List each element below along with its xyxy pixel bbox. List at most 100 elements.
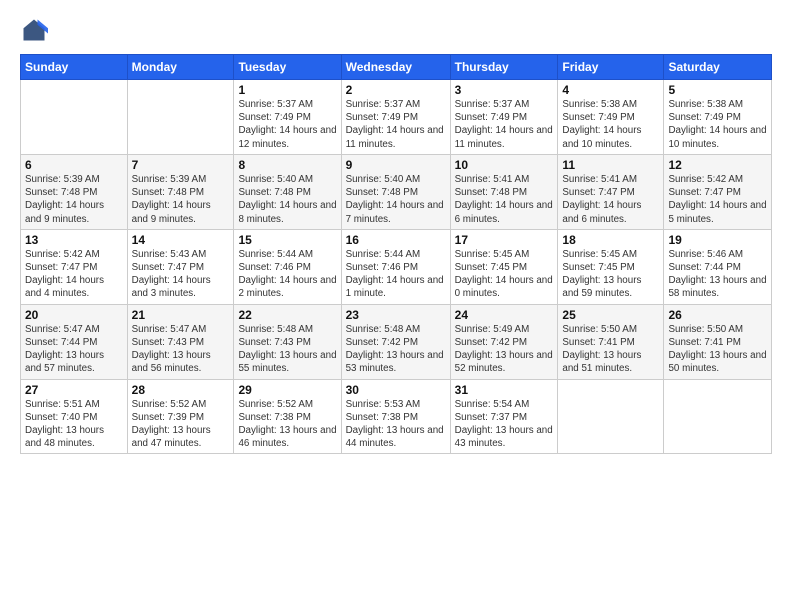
day-number: 4 <box>562 83 659 97</box>
calendar-week-row: 6Sunrise: 5:39 AM Sunset: 7:48 PM Daylig… <box>21 154 772 229</box>
logo-icon <box>20 16 48 44</box>
day-number: 26 <box>668 308 767 322</box>
day-info: Sunrise: 5:48 AM Sunset: 7:42 PM Dayligh… <box>346 323 446 376</box>
calendar-week-row: 1Sunrise: 5:37 AM Sunset: 7:49 PM Daylig… <box>21 80 772 155</box>
day-info: Sunrise: 5:47 AM Sunset: 7:43 PM Dayligh… <box>132 323 230 376</box>
calendar-cell <box>558 379 664 454</box>
day-info: Sunrise: 5:47 AM Sunset: 7:44 PM Dayligh… <box>25 323 123 376</box>
logo <box>20 16 52 44</box>
day-info: Sunrise: 5:54 AM Sunset: 7:37 PM Dayligh… <box>455 398 554 451</box>
calendar-cell: 26Sunrise: 5:50 AM Sunset: 7:41 PM Dayli… <box>664 304 772 379</box>
day-number: 31 <box>455 383 554 397</box>
calendar-cell: 24Sunrise: 5:49 AM Sunset: 7:42 PM Dayli… <box>450 304 558 379</box>
page: SundayMondayTuesdayWednesdayThursdayFrid… <box>0 0 792 612</box>
calendar-week-row: 13Sunrise: 5:42 AM Sunset: 7:47 PM Dayli… <box>21 229 772 304</box>
day-info: Sunrise: 5:37 AM Sunset: 7:49 PM Dayligh… <box>238 98 336 151</box>
calendar-cell: 22Sunrise: 5:48 AM Sunset: 7:43 PM Dayli… <box>234 304 341 379</box>
day-info: Sunrise: 5:45 AM Sunset: 7:45 PM Dayligh… <box>562 248 659 301</box>
calendar-cell: 20Sunrise: 5:47 AM Sunset: 7:44 PM Dayli… <box>21 304 128 379</box>
calendar-header-saturday: Saturday <box>664 55 772 80</box>
day-number: 18 <box>562 233 659 247</box>
day-number: 11 <box>562 158 659 172</box>
day-info: Sunrise: 5:38 AM Sunset: 7:49 PM Dayligh… <box>668 98 767 151</box>
day-info: Sunrise: 5:45 AM Sunset: 7:45 PM Dayligh… <box>455 248 554 301</box>
calendar-cell: 31Sunrise: 5:54 AM Sunset: 7:37 PM Dayli… <box>450 379 558 454</box>
calendar-cell: 5Sunrise: 5:38 AM Sunset: 7:49 PM Daylig… <box>664 80 772 155</box>
day-number: 16 <box>346 233 446 247</box>
day-info: Sunrise: 5:43 AM Sunset: 7:47 PM Dayligh… <box>132 248 230 301</box>
calendar-cell: 12Sunrise: 5:42 AM Sunset: 7:47 PM Dayli… <box>664 154 772 229</box>
day-info: Sunrise: 5:44 AM Sunset: 7:46 PM Dayligh… <box>346 248 446 301</box>
day-number: 27 <box>25 383 123 397</box>
day-number: 17 <box>455 233 554 247</box>
day-info: Sunrise: 5:39 AM Sunset: 7:48 PM Dayligh… <box>132 173 230 226</box>
calendar-table: SundayMondayTuesdayWednesdayThursdayFrid… <box>20 54 772 454</box>
calendar-cell <box>127 80 234 155</box>
day-number: 3 <box>455 83 554 97</box>
day-number: 5 <box>668 83 767 97</box>
day-info: Sunrise: 5:49 AM Sunset: 7:42 PM Dayligh… <box>455 323 554 376</box>
calendar-cell: 21Sunrise: 5:47 AM Sunset: 7:43 PM Dayli… <box>127 304 234 379</box>
calendar-cell: 11Sunrise: 5:41 AM Sunset: 7:47 PM Dayli… <box>558 154 664 229</box>
day-info: Sunrise: 5:52 AM Sunset: 7:39 PM Dayligh… <box>132 398 230 451</box>
calendar-cell: 30Sunrise: 5:53 AM Sunset: 7:38 PM Dayli… <box>341 379 450 454</box>
day-number: 21 <box>132 308 230 322</box>
calendar-header-thursday: Thursday <box>450 55 558 80</box>
day-number: 24 <box>455 308 554 322</box>
calendar-cell: 18Sunrise: 5:45 AM Sunset: 7:45 PM Dayli… <box>558 229 664 304</box>
day-number: 20 <box>25 308 123 322</box>
calendar-cell: 14Sunrise: 5:43 AM Sunset: 7:47 PM Dayli… <box>127 229 234 304</box>
calendar-cell: 17Sunrise: 5:45 AM Sunset: 7:45 PM Dayli… <box>450 229 558 304</box>
day-number: 9 <box>346 158 446 172</box>
day-number: 12 <box>668 158 767 172</box>
calendar-cell: 8Sunrise: 5:40 AM Sunset: 7:48 PM Daylig… <box>234 154 341 229</box>
day-info: Sunrise: 5:40 AM Sunset: 7:48 PM Dayligh… <box>346 173 446 226</box>
calendar-cell: 4Sunrise: 5:38 AM Sunset: 7:49 PM Daylig… <box>558 80 664 155</box>
header <box>20 16 772 44</box>
calendar-header-tuesday: Tuesday <box>234 55 341 80</box>
day-number: 30 <box>346 383 446 397</box>
day-info: Sunrise: 5:50 AM Sunset: 7:41 PM Dayligh… <box>668 323 767 376</box>
day-number: 7 <box>132 158 230 172</box>
calendar-cell: 15Sunrise: 5:44 AM Sunset: 7:46 PM Dayli… <box>234 229 341 304</box>
calendar-cell <box>21 80 128 155</box>
calendar-cell: 19Sunrise: 5:46 AM Sunset: 7:44 PM Dayli… <box>664 229 772 304</box>
calendar-cell: 9Sunrise: 5:40 AM Sunset: 7:48 PM Daylig… <box>341 154 450 229</box>
day-info: Sunrise: 5:50 AM Sunset: 7:41 PM Dayligh… <box>562 323 659 376</box>
calendar-cell: 16Sunrise: 5:44 AM Sunset: 7:46 PM Dayli… <box>341 229 450 304</box>
calendar-cell: 29Sunrise: 5:52 AM Sunset: 7:38 PM Dayli… <box>234 379 341 454</box>
day-number: 19 <box>668 233 767 247</box>
day-info: Sunrise: 5:39 AM Sunset: 7:48 PM Dayligh… <box>25 173 123 226</box>
calendar-header-row: SundayMondayTuesdayWednesdayThursdayFrid… <box>21 55 772 80</box>
day-number: 6 <box>25 158 123 172</box>
day-number: 2 <box>346 83 446 97</box>
calendar-cell: 2Sunrise: 5:37 AM Sunset: 7:49 PM Daylig… <box>341 80 450 155</box>
day-info: Sunrise: 5:41 AM Sunset: 7:47 PM Dayligh… <box>562 173 659 226</box>
day-info: Sunrise: 5:46 AM Sunset: 7:44 PM Dayligh… <box>668 248 767 301</box>
calendar-cell: 3Sunrise: 5:37 AM Sunset: 7:49 PM Daylig… <box>450 80 558 155</box>
day-info: Sunrise: 5:44 AM Sunset: 7:46 PM Dayligh… <box>238 248 336 301</box>
day-number: 10 <box>455 158 554 172</box>
day-info: Sunrise: 5:37 AM Sunset: 7:49 PM Dayligh… <box>346 98 446 151</box>
calendar-header-wednesday: Wednesday <box>341 55 450 80</box>
day-number: 28 <box>132 383 230 397</box>
calendar-header-sunday: Sunday <box>21 55 128 80</box>
calendar-week-row: 20Sunrise: 5:47 AM Sunset: 7:44 PM Dayli… <box>21 304 772 379</box>
day-number: 13 <box>25 233 123 247</box>
day-number: 22 <box>238 308 336 322</box>
day-info: Sunrise: 5:51 AM Sunset: 7:40 PM Dayligh… <box>25 398 123 451</box>
day-number: 15 <box>238 233 336 247</box>
calendar-cell: 10Sunrise: 5:41 AM Sunset: 7:48 PM Dayli… <box>450 154 558 229</box>
calendar-week-row: 27Sunrise: 5:51 AM Sunset: 7:40 PM Dayli… <box>21 379 772 454</box>
day-info: Sunrise: 5:42 AM Sunset: 7:47 PM Dayligh… <box>25 248 123 301</box>
day-info: Sunrise: 5:41 AM Sunset: 7:48 PM Dayligh… <box>455 173 554 226</box>
day-number: 29 <box>238 383 336 397</box>
day-number: 14 <box>132 233 230 247</box>
day-number: 23 <box>346 308 446 322</box>
calendar-cell: 1Sunrise: 5:37 AM Sunset: 7:49 PM Daylig… <box>234 80 341 155</box>
day-info: Sunrise: 5:53 AM Sunset: 7:38 PM Dayligh… <box>346 398 446 451</box>
day-number: 25 <box>562 308 659 322</box>
day-info: Sunrise: 5:37 AM Sunset: 7:49 PM Dayligh… <box>455 98 554 151</box>
day-info: Sunrise: 5:38 AM Sunset: 7:49 PM Dayligh… <box>562 98 659 151</box>
day-number: 1 <box>238 83 336 97</box>
